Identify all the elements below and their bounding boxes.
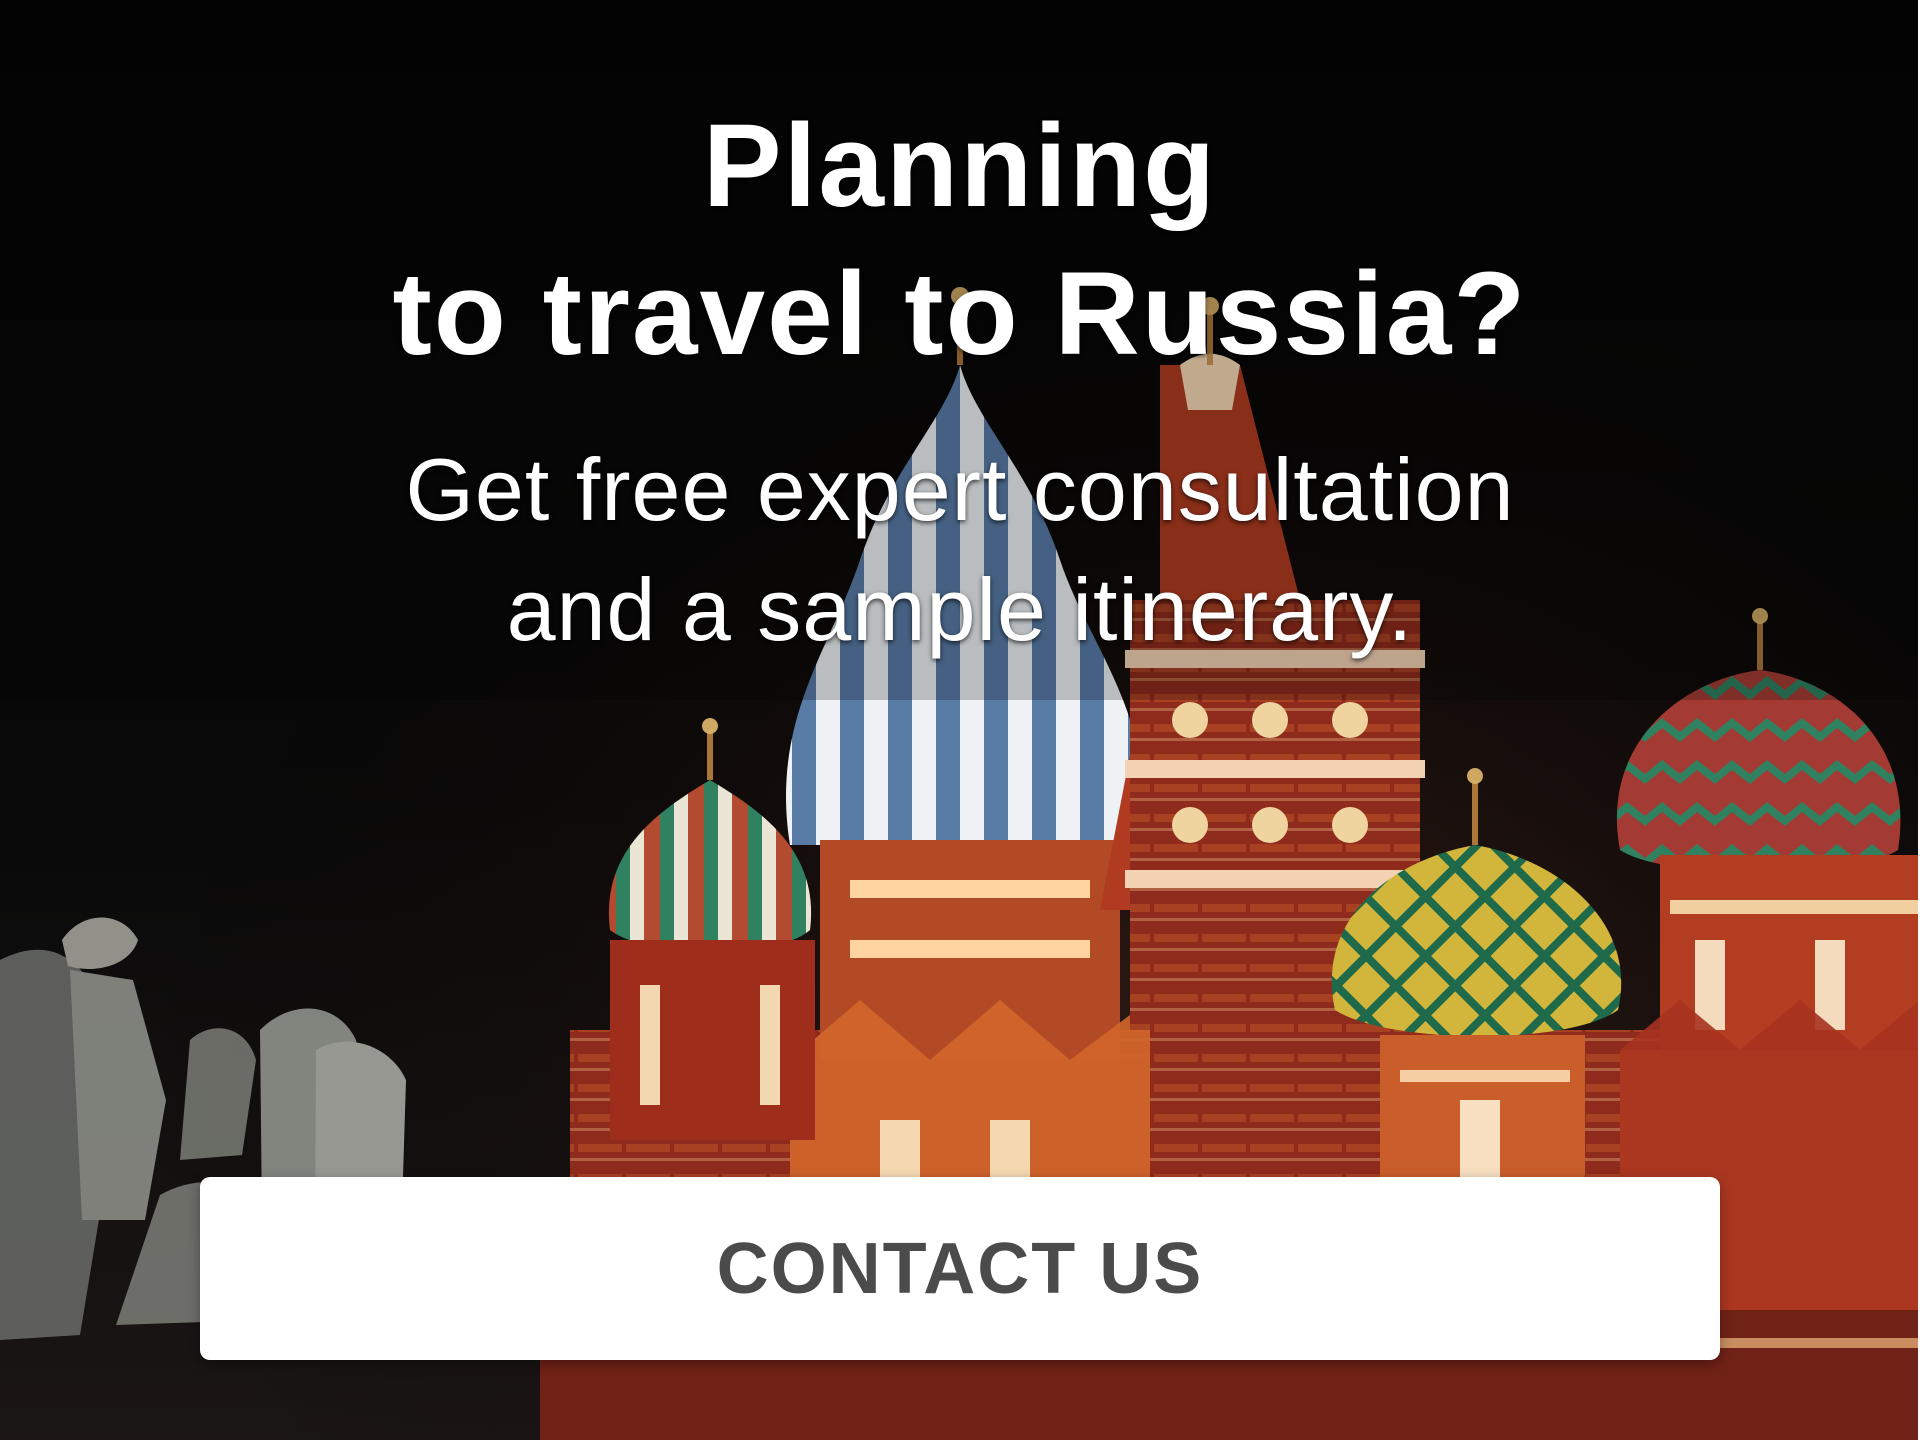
contact-us-label: CONTACT US bbox=[716, 1228, 1204, 1309]
headline-line-1: Planning bbox=[702, 100, 1218, 232]
promo-banner: Planning to travel to Russia? Get free e… bbox=[0, 0, 1920, 1440]
banner-headline: Planning to travel to Russia? bbox=[0, 92, 1920, 388]
subheadline-line-2: and a sample itinerary. bbox=[506, 560, 1414, 659]
subheadline-line-1: Get free expert consultation bbox=[405, 440, 1515, 539]
banner-subheadline: Get free expert consultation and a sampl… bbox=[0, 430, 1920, 670]
contact-us-button[interactable]: CONTACT US bbox=[200, 1177, 1720, 1360]
headline-line-2: to travel to Russia? bbox=[392, 248, 1528, 380]
